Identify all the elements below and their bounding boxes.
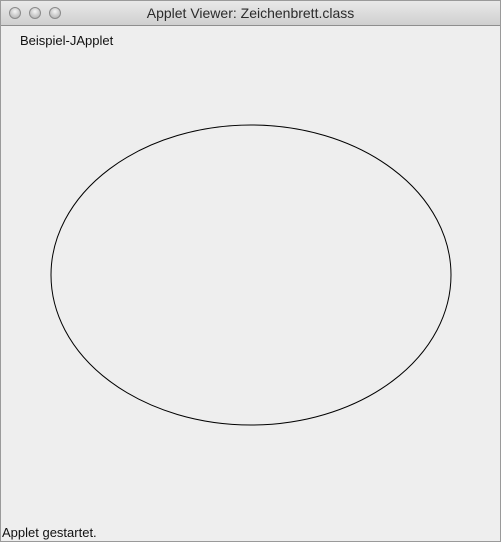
applet-canvas[interactable]: Beispiel-JApplet Applet gestartet.: [1, 26, 500, 541]
applet-viewer-window: Applet Viewer: Zeichenbrett.class Beispi…: [0, 0, 501, 542]
status-text: Applet gestartet.: [2, 525, 97, 540]
title-bar[interactable]: Applet Viewer: Zeichenbrett.class: [1, 1, 500, 26]
drawing-area: [50, 124, 452, 426]
ellipse-shape: [50, 124, 452, 426]
window-title: Applet Viewer: Zeichenbrett.class: [146, 5, 355, 21]
